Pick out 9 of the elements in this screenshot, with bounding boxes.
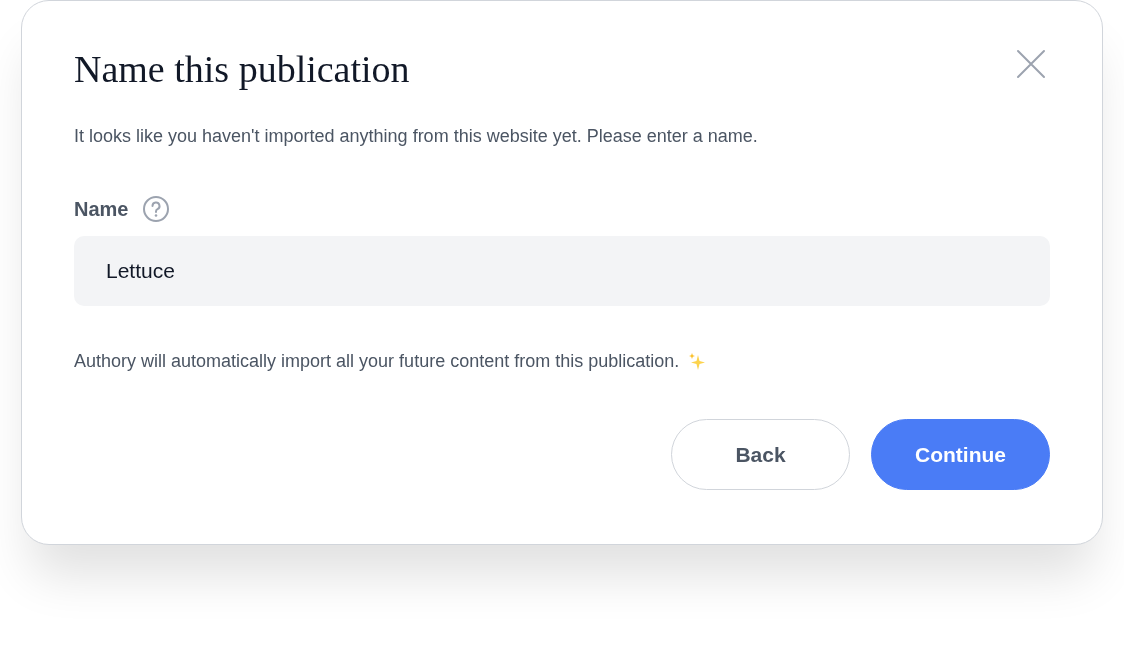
field-label: Name bbox=[74, 197, 129, 222]
back-button[interactable]: Back bbox=[671, 419, 850, 490]
dialog-description: It looks like you haven't imported anything from this website yet. Please enter a name. bbox=[74, 125, 759, 148]
dialog-title: Name this publication bbox=[74, 47, 410, 92]
import-note: Authory will automatically import all your future content from this publication. bbox=[74, 350, 680, 373]
close-icon[interactable] bbox=[1016, 49, 1046, 79]
continue-button[interactable]: Continue bbox=[871, 419, 1050, 490]
help-icon[interactable] bbox=[142, 195, 171, 223]
name-input[interactable]: Lettuce bbox=[74, 236, 1050, 306]
